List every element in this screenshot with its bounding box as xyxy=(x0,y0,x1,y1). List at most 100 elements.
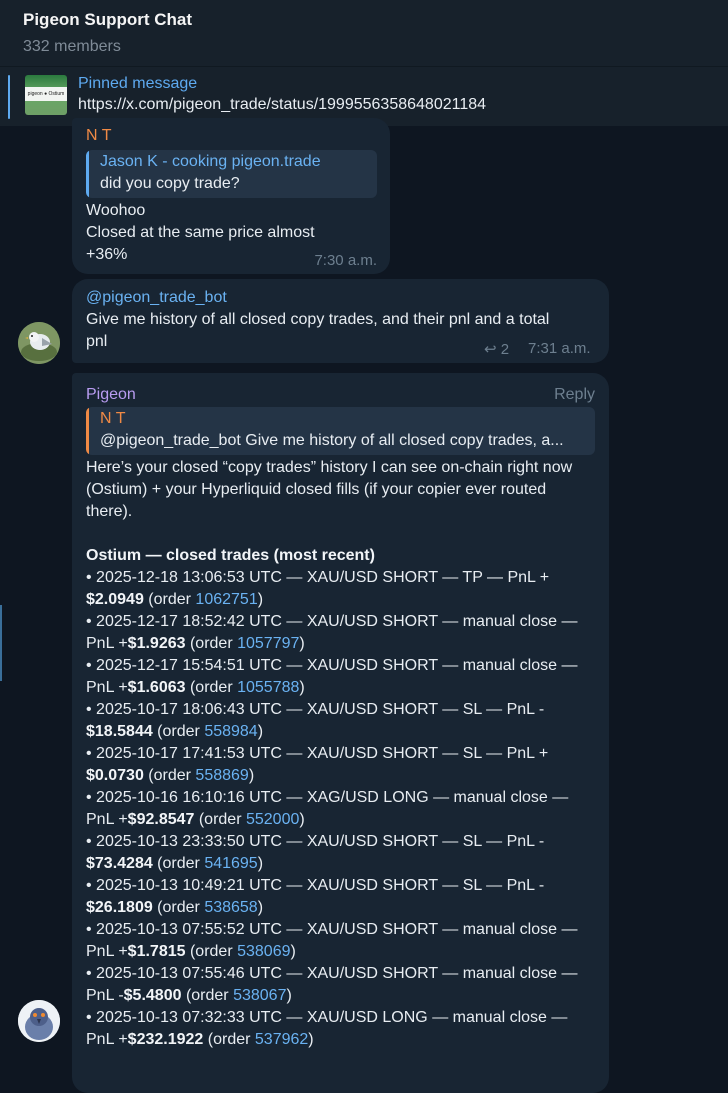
quote-bar xyxy=(86,407,89,455)
order-prefix: (order xyxy=(181,987,234,1004)
order-suffix: ) xyxy=(299,635,305,652)
avatar[interactable] xyxy=(18,322,60,364)
pinned-link: https://x.com/pigeon_trade/status/199955… xyxy=(78,96,487,113)
chat-header[interactable]: Pigeon Support Chat 332 members xyxy=(0,0,728,66)
order-link[interactable]: 537962 xyxy=(255,1031,308,1048)
trade-pnl-line: $18.5844 (order 558984) xyxy=(86,723,263,741)
order-suffix: ) xyxy=(299,679,305,696)
pnl-value: $1.7815 xyxy=(127,943,186,960)
pinned-label: Pinned message xyxy=(78,75,198,92)
message-line: +36% xyxy=(86,246,128,263)
reply-button[interactable]: Reply xyxy=(554,386,595,404)
trade-entry-line: • 2025-10-13 10:49:21 UTC — XAU/USD SHOR… xyxy=(86,877,545,894)
order-link[interactable]: 538658 xyxy=(204,899,257,916)
member-count: 332 members xyxy=(23,38,121,55)
pigeon-avatar-icon xyxy=(18,1000,60,1042)
pnl-value: $73.4284 xyxy=(86,855,153,872)
reply-count-indicator[interactable]: ↩ 2 xyxy=(484,340,509,358)
order-prefix: (order xyxy=(152,855,205,872)
reply-quote[interactable]: Jason K - cooking pigeon.trade did you c… xyxy=(86,150,377,198)
pinned-message-bar[interactable]: pigeon ● Ostium Pinned message https://x… xyxy=(0,66,728,126)
order-suffix: ) xyxy=(257,591,264,608)
pnl-value: $18.5844 xyxy=(86,723,153,740)
reply-count: 2 xyxy=(500,341,510,358)
order-prefix: (order xyxy=(185,943,238,960)
order-link[interactable]: 1062751 xyxy=(195,591,257,608)
message-line: there). xyxy=(86,503,133,520)
order-suffix: ) xyxy=(248,767,255,784)
trade-entry-line: • 2025-12-18 13:06:53 UTC — XAU/USD SHOR… xyxy=(86,569,550,586)
quote-text: @pigeon_trade_bot Give me history of all… xyxy=(100,432,564,449)
order-link[interactable]: 1055788 xyxy=(237,679,299,696)
trade-pnl-line: PnL +$1.6063 (order 1055788) xyxy=(86,679,305,697)
trade-entry-line: • 2025-10-13 07:55:52 UTC — XAU/USD SHOR… xyxy=(86,921,578,938)
pnl-value: $2.0949 xyxy=(86,591,144,608)
message-line: Woohoo xyxy=(86,202,146,219)
order-prefix: (order xyxy=(143,767,196,784)
order-suffix: ) xyxy=(286,987,292,1004)
trade-pnl-line: PnL -$5.4800 (order 538067) xyxy=(86,987,292,1005)
order-suffix: ) xyxy=(308,1031,314,1048)
order-link[interactable]: 538067 xyxy=(233,987,286,1004)
message-line: Give me history of all closed copy trade… xyxy=(86,311,550,328)
order-suffix: ) xyxy=(290,943,296,960)
thumbnail-caption: pigeon ● Ostium xyxy=(25,87,67,101)
sender-name: N T xyxy=(86,127,112,144)
trade-pnl-line: PnL +$1.7815 (order 538069) xyxy=(86,943,296,961)
pnl-prefix: PnL + xyxy=(86,635,128,652)
pnl-value: $92.8547 xyxy=(127,811,195,828)
message-bubble[interactable]: @pigeon_trade_bot Give me history of all… xyxy=(72,279,609,363)
section-title: Ostium — closed trades (most recent) xyxy=(86,547,375,564)
trade-entry-line: • 2025-10-13 07:32:33 UTC — XAU/USD LONG… xyxy=(86,1009,568,1026)
quote-sender: Jason K - cooking pigeon.trade xyxy=(100,153,321,170)
chat-title: Pigeon Support Chat xyxy=(23,10,193,29)
order-suffix: ) xyxy=(257,855,264,872)
bird-avatar-icon xyxy=(18,322,60,364)
trade-entry-line: • 2025-12-17 18:52:42 UTC — XAU/USD SHOR… xyxy=(86,613,578,630)
quote-sender: N T xyxy=(100,410,126,427)
pinned-indicator xyxy=(8,75,10,119)
pinned-thumbnail: pigeon ● Ostium xyxy=(25,75,67,115)
trade-entry-line: • 2025-12-17 15:54:51 UTC — XAU/USD SHOR… xyxy=(86,657,578,674)
order-link[interactable]: 541695 xyxy=(204,855,257,872)
pnl-prefix: PnL + xyxy=(86,811,128,828)
sender-name: Pigeon xyxy=(86,386,136,403)
bot-mention[interactable]: @pigeon_trade_bot xyxy=(86,289,227,307)
reply-quote[interactable]: N T @pigeon_trade_bot Give me history of… xyxy=(86,407,595,455)
pnl-value: $1.9263 xyxy=(127,635,186,652)
trade-pnl-line: $0.0730 (order 558869) xyxy=(86,767,254,785)
order-prefix: (order xyxy=(143,591,196,608)
message-bubble[interactable]: N T Jason K - cooking pigeon.trade did y… xyxy=(72,118,390,274)
order-link[interactable]: 1057797 xyxy=(237,635,299,652)
order-prefix: (order xyxy=(203,1031,255,1048)
pnl-prefix: PnL + xyxy=(86,1031,128,1048)
pnl-value: $26.1809 xyxy=(86,899,153,916)
pnl-value: $0.0730 xyxy=(86,767,144,784)
order-link[interactable]: 558984 xyxy=(204,723,257,740)
order-prefix: (order xyxy=(152,723,205,740)
avatar[interactable] xyxy=(18,1000,60,1042)
pnl-value: $1.6063 xyxy=(127,679,186,696)
message-time: 7:31 a.m. xyxy=(528,340,591,357)
message-line: Here’s your closed “copy trades” history… xyxy=(86,459,573,476)
message-line: Closed at the same price almost xyxy=(86,224,315,241)
order-link[interactable]: 538069 xyxy=(237,943,290,960)
trade-entry-line: • 2025-10-16 16:10:16 UTC — XAG/USD LONG… xyxy=(86,789,569,806)
order-link[interactable]: 558869 xyxy=(195,767,248,784)
order-prefix: (order xyxy=(152,899,205,916)
order-link[interactable]: 552000 xyxy=(246,811,299,828)
order-suffix: ) xyxy=(257,899,264,916)
trade-entry-line: • 2025-10-17 18:06:43 UTC — XAU/USD SHOR… xyxy=(86,701,545,718)
trade-entry-line: • 2025-10-17 17:41:53 UTC — XAU/USD SHOR… xyxy=(86,745,549,762)
trade-pnl-line: $2.0949 (order 1062751) xyxy=(86,591,263,609)
quote-text: did you copy trade? xyxy=(100,175,240,192)
trade-pnl-line: $26.1809 (order 538658) xyxy=(86,899,263,917)
pnl-value: $5.4800 xyxy=(123,987,182,1004)
order-suffix: ) xyxy=(257,723,264,740)
scroll-indicator xyxy=(0,605,2,681)
order-suffix: ) xyxy=(299,811,305,828)
pnl-value: $232.1922 xyxy=(127,1031,204,1048)
order-prefix: (order xyxy=(185,635,238,652)
message-line: (Ostium) + your Hyperliquid closed fills… xyxy=(86,481,547,498)
order-prefix: (order xyxy=(185,679,238,696)
